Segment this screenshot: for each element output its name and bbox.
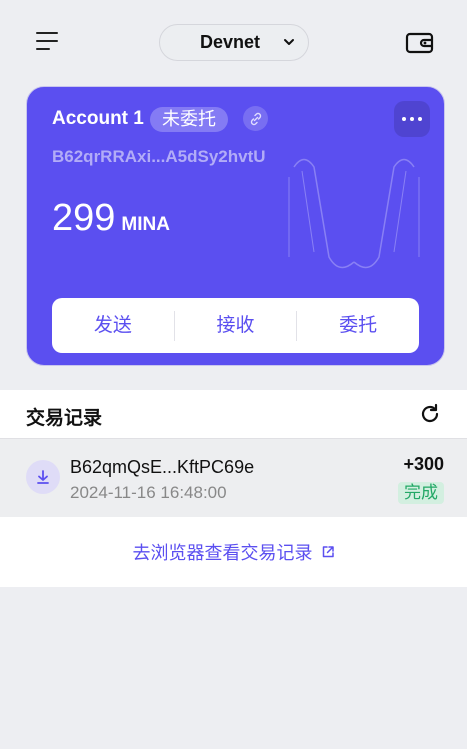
balance-amount: 299: [52, 197, 116, 239]
action-bar: 发送 接收 委托: [52, 298, 419, 353]
delegation-status-badge: 未委托: [150, 107, 228, 132]
transaction-time: 2024-11-16 16:48:00: [70, 483, 227, 502]
transaction-row[interactable]: B62qmQsE...KftPC69e 2024-11-16 16:48:00 …: [0, 439, 467, 517]
chevron-down-icon: [284, 39, 294, 45]
account-card: Account 1 未委托 B62qrRRAxi...A5dSy2hvtU 29…: [26, 86, 445, 366]
transactions-title: 交易记录: [26, 408, 103, 429]
link-icon[interactable]: [243, 106, 268, 131]
menu-icon[interactable]: [34, 30, 62, 54]
receive-icon: [26, 460, 60, 494]
top-bar: Devnet: [0, 0, 467, 86]
explorer-link-label: 去浏览器查看交易记录: [132, 543, 313, 563]
chain-link-icon: [250, 112, 261, 125]
network-label: Devnet: [199, 32, 261, 52]
delegate-button[interactable]: 委托: [297, 311, 419, 341]
account-name: Account 1: [52, 108, 144, 129]
transaction-amount: +300: [403, 454, 444, 474]
send-button[interactable]: 发送: [52, 311, 174, 341]
explorer-link[interactable]: 去浏览器查看交易记录: [133, 539, 335, 565]
receive-button[interactable]: 接收: [175, 311, 297, 341]
wallet-icon[interactable]: [405, 31, 435, 55]
decorative-pattern: [288, 158, 420, 269]
external-link-icon: [322, 546, 334, 558]
transaction-address: B62qmQsE...KftPC69e: [70, 457, 255, 477]
transactions-header: 交易记录: [0, 390, 467, 439]
balance: 299 MINA: [52, 197, 170, 240]
more-options-button[interactable]: [394, 101, 430, 137]
balance-unit: MINA: [121, 214, 170, 235]
explorer-section: 去浏览器查看交易记录: [0, 517, 467, 587]
refresh-icon[interactable]: [419, 403, 441, 425]
network-select[interactable]: Devnet: [159, 24, 309, 61]
account-address[interactable]: B62qrRRAxi...A5dSy2hvtU: [52, 147, 266, 167]
transaction-status-badge: 完成: [398, 482, 444, 504]
